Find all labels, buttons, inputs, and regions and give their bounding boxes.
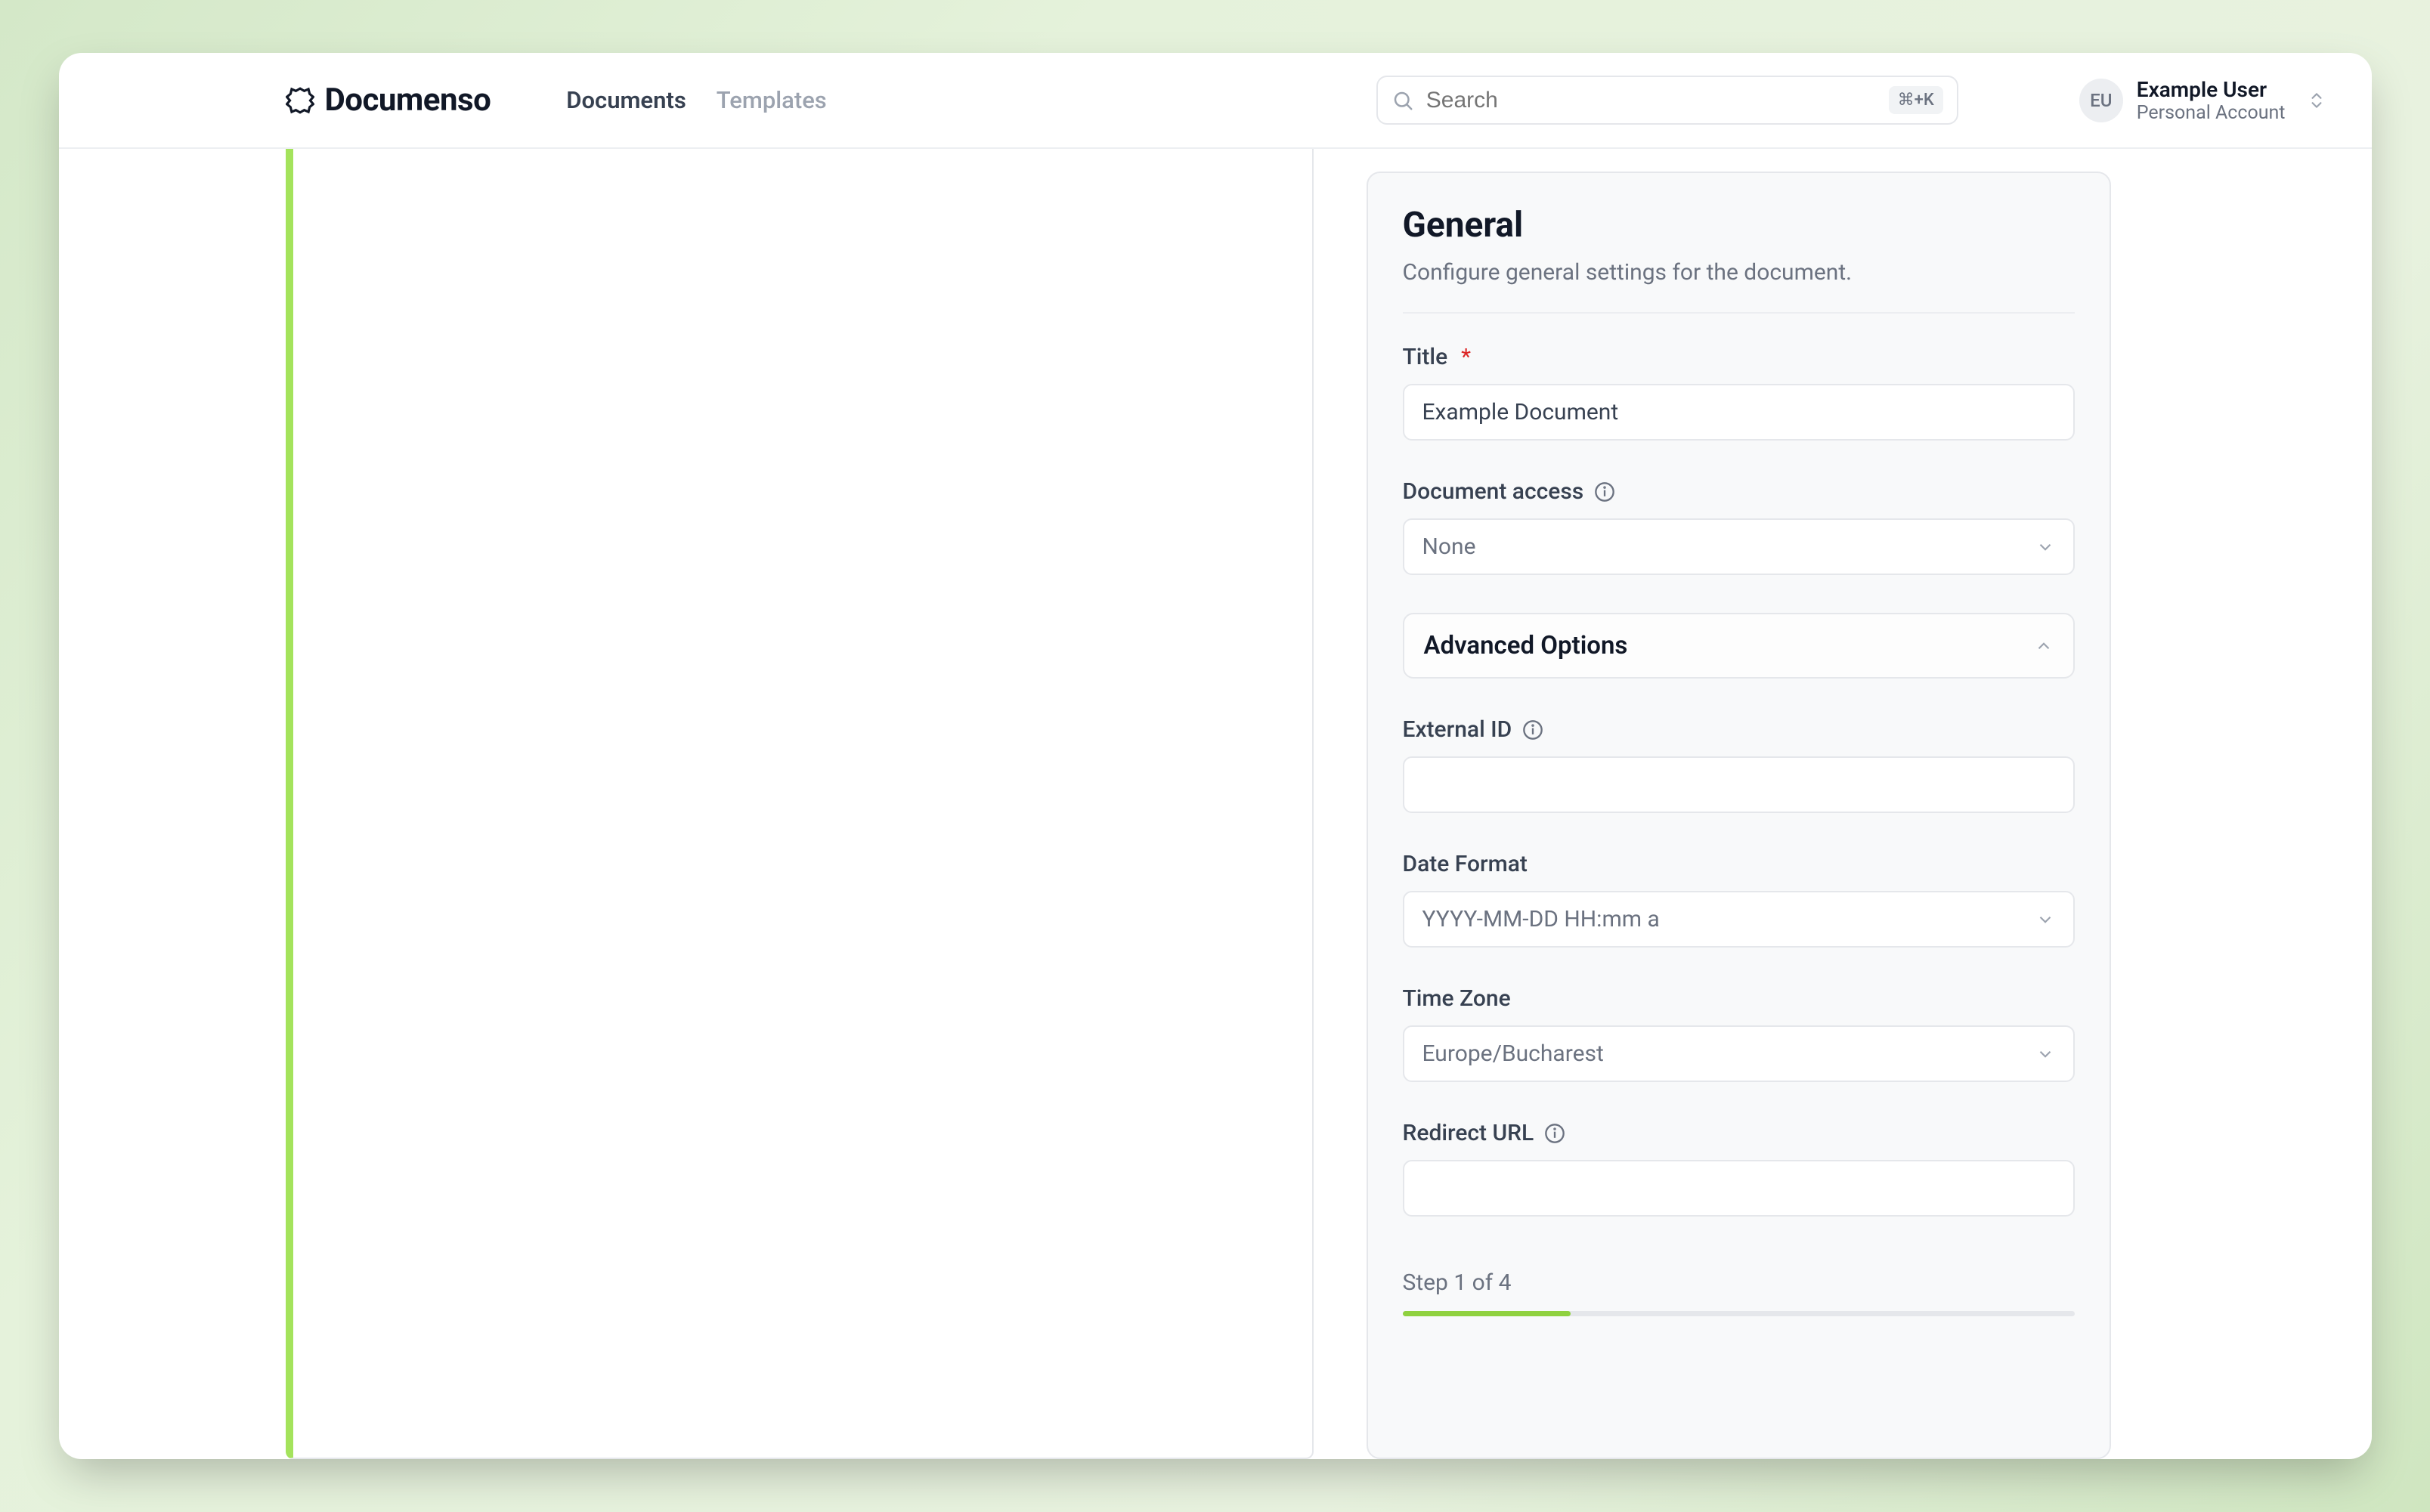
- content-area: General Configure general settings for t…: [59, 149, 2372, 1459]
- chevron-down-icon: [2035, 910, 2055, 929]
- access-value: None: [1422, 533, 1476, 560]
- panel-subtitle: Configure general settings for the docum…: [1403, 259, 2075, 314]
- redirect-label: Redirect URL: [1403, 1120, 1534, 1146]
- search-box[interactable]: ⌘+K: [1376, 76, 1958, 125]
- chevron-down-icon: [2035, 1044, 2055, 1064]
- access-select[interactable]: None: [1403, 518, 2075, 575]
- brand-name: Documenso: [325, 82, 491, 119]
- step-indicator: Step 1 of 4: [1403, 1269, 2075, 1316]
- nav-documents[interactable]: Documents: [566, 86, 686, 114]
- title-input[interactable]: [1403, 384, 2075, 441]
- nav-templates[interactable]: Templates: [717, 86, 827, 114]
- info-icon[interactable]: [1544, 1123, 1565, 1144]
- redirect-input[interactable]: [1403, 1160, 2075, 1217]
- search-input[interactable]: [1426, 88, 1877, 113]
- avatar: EU: [2079, 79, 2123, 122]
- primary-nav: Documents Templates: [566, 86, 826, 114]
- time-zone-value: Europe/Bucharest: [1422, 1040, 1604, 1067]
- field-document-access: Document access None: [1403, 478, 2075, 575]
- settings-panel: General Configure general settings for t…: [1367, 172, 2111, 1459]
- chevrons-up-down-icon: [2307, 91, 2326, 110]
- advanced-label: Advanced Options: [1424, 631, 1628, 660]
- advanced-options-toggle[interactable]: Advanced Options: [1403, 613, 2075, 679]
- search-icon: [1391, 89, 1414, 112]
- field-redirect-url: Redirect URL: [1403, 1120, 2075, 1217]
- info-icon[interactable]: [1594, 481, 1615, 502]
- panel-title: General: [1403, 205, 2075, 246]
- access-label: Document access: [1403, 478, 1584, 505]
- field-title: Title *: [1403, 344, 2075, 441]
- field-time-zone: Time Zone Europe/Bucharest: [1403, 985, 2075, 1082]
- progress-fill: [1403, 1311, 1571, 1316]
- brand[interactable]: Documenso: [286, 82, 491, 119]
- search-shortcut: ⌘+K: [1889, 86, 1943, 114]
- document-preview[interactable]: [286, 149, 1314, 1459]
- info-icon[interactable]: [1522, 719, 1543, 741]
- user-menu[interactable]: EU Example User Personal Account: [2079, 77, 2326, 124]
- time-zone-label: Time Zone: [1403, 985, 1511, 1012]
- date-format-select[interactable]: YYYY-MM-DD HH:mm a: [1403, 891, 2075, 948]
- step-text: Step 1 of 4: [1403, 1269, 2075, 1296]
- external-id-input[interactable]: [1403, 756, 2075, 813]
- date-format-value: YYYY-MM-DD HH:mm a: [1422, 906, 1660, 932]
- chevron-up-icon: [2034, 636, 2054, 656]
- date-format-label: Date Format: [1403, 851, 1528, 877]
- brand-logo-icon: [286, 86, 314, 115]
- user-name: Example User: [2137, 77, 2286, 102]
- title-label: Title: [1403, 344, 1448, 370]
- app-window: Documenso Documents Templates ⌘+K EU Exa…: [59, 53, 2372, 1459]
- required-indicator: *: [1461, 344, 1471, 370]
- user-account-type: Personal Account: [2137, 102, 2286, 124]
- field-external-id: External ID: [1403, 716, 2075, 813]
- field-date-format: Date Format YYYY-MM-DD HH:mm a: [1403, 851, 2075, 948]
- chevron-down-icon: [2035, 537, 2055, 557]
- time-zone-select[interactable]: Europe/Bucharest: [1403, 1025, 2075, 1082]
- progress-bar: [1403, 1311, 2075, 1316]
- topbar: Documenso Documents Templates ⌘+K EU Exa…: [59, 53, 2372, 149]
- external-id-label: External ID: [1403, 716, 1512, 743]
